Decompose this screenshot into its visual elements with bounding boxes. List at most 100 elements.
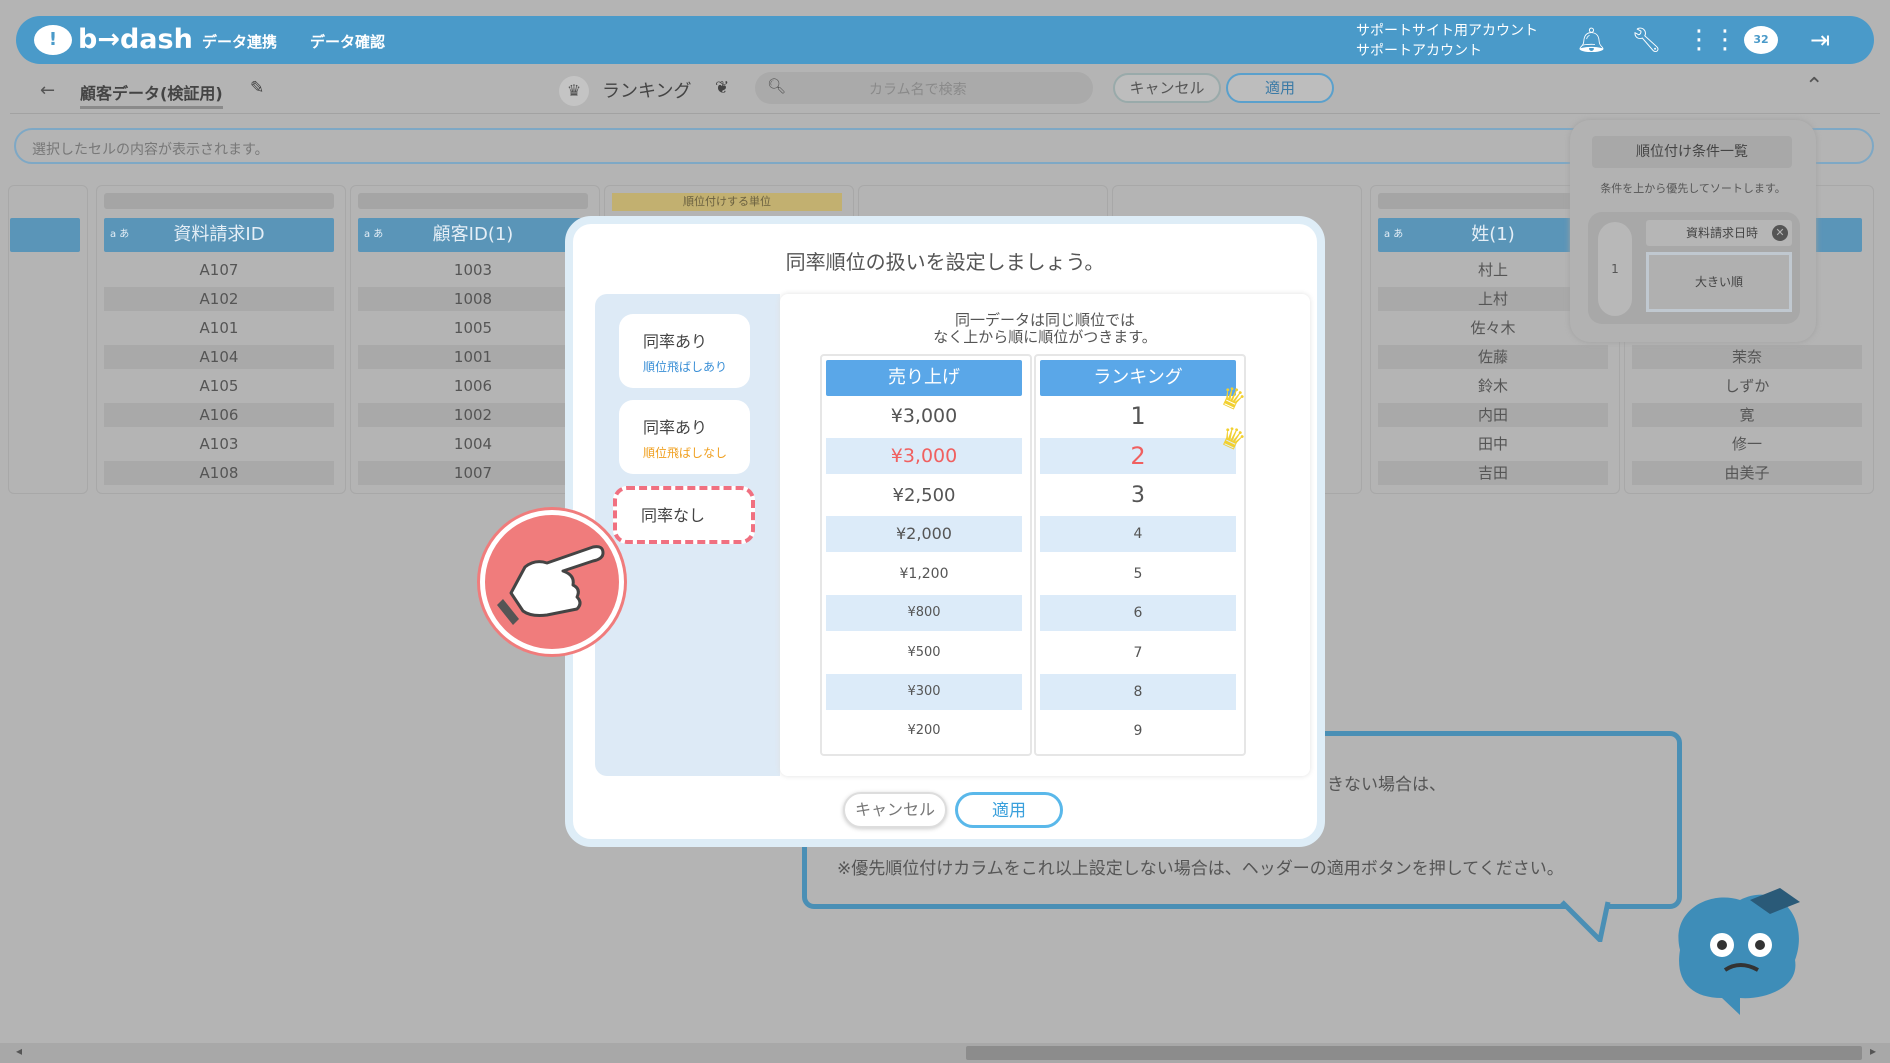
table-cell[interactable]: 修一 <box>1632 432 1862 456</box>
rank-cell: 2 <box>1040 438 1236 474</box>
pencil-icon[interactable]: ✎ <box>250 78 264 98</box>
scroll-right-icon[interactable]: ▸ <box>1870 1044 1876 1058</box>
logout-icon[interactable]: ⇥ <box>1806 26 1834 54</box>
page-title: 顧客データ(検証用) <box>80 80 223 109</box>
bell-icon[interactable]: 🔔︎ <box>1576 26 1606 54</box>
ranking-panel-subtitle: 条件を上から優先してソートします。 <box>1600 182 1786 195</box>
sales-cell: ¥2,500 <box>892 485 956 506</box>
table-cell[interactable]: A101 <box>104 316 334 340</box>
brain-notification-icon[interactable]: 32 <box>1744 26 1778 54</box>
ranking-panel-title: 順位付け条件一覧 <box>1592 136 1792 168</box>
rank-cell: 8 <box>1040 674 1236 710</box>
sales-cell: ¥300 <box>826 674 1022 710</box>
table-cell[interactable]: 吉田 <box>1378 461 1608 485</box>
sales-cell: ¥500 <box>907 645 941 660</box>
column-letter-j[interactable] <box>358 193 588 209</box>
table-cell[interactable]: 1001 <box>358 345 588 369</box>
table-cell[interactable]: A104 <box>104 345 334 369</box>
scroll-left-icon[interactable]: ◂ <box>16 1044 22 1058</box>
table-cell[interactable]: 鈴木 <box>1378 374 1608 398</box>
sales-cell: ¥800 <box>826 595 1022 631</box>
top-header: ! b→dash データ連携 データ確認 サポートサイト用アカウント サポートア… <box>16 16 1874 64</box>
sales-header: 売り上げ <box>826 360 1022 396</box>
scrollbar-thumb[interactable] <box>966 1046 1862 1060</box>
logo-bubble-icon: ! <box>34 24 72 55</box>
option-tie-skip[interactable]: 同率あり 順位飛ばしあり <box>619 314 750 388</box>
rank-cell: 6 <box>1040 595 1236 631</box>
column-search[interactable]: 🔍︎ カラム名で検索 <box>755 72 1093 104</box>
table-cell[interactable]: 由美子 <box>1632 461 1862 485</box>
option-no-tie[interactable]: 同率なし <box>613 486 755 544</box>
modal-apply-button[interactable]: 適用 <box>955 792 1063 828</box>
logo-text: b→dash <box>78 24 193 55</box>
table-cell[interactable]: A108 <box>104 461 334 485</box>
back-arrow-icon[interactable]: ← <box>40 80 55 101</box>
table-cell[interactable]: 1002 <box>358 403 588 427</box>
table-cell[interactable]: しずか <box>1632 374 1862 398</box>
option-description: 同一データは同じ順位では なく上から順に順位がつきます。 <box>933 311 1157 346</box>
beginner-mark-icon[interactable]: ❦ <box>715 78 729 98</box>
wrench-icon[interactable]: 🔧︎ <box>1631 26 1661 54</box>
option-label: 同率あり <box>643 332 708 351</box>
table-cell[interactable]: 寛 <box>1632 403 1862 427</box>
condition-column-chip[interactable]: 資料請求日時 <box>1646 220 1792 246</box>
header-apply-button[interactable]: 適用 <box>1226 73 1334 103</box>
column-letter-i[interactable] <box>104 193 334 209</box>
text-type-icon: a あ <box>110 229 130 240</box>
table-cell[interactable]: 1004 <box>358 432 588 456</box>
column-values-customer-id: 1003 1008 1005 1001 1006 1002 1004 1007 <box>358 258 588 485</box>
ranking-condition-card[interactable]: 1 資料請求日時 ✕ 大きい順 <box>1588 212 1800 324</box>
table-cell[interactable]: 1008 <box>358 287 588 311</box>
table-cell[interactable]: 1007 <box>358 461 588 485</box>
rank-cell: 1 <box>1130 402 1146 430</box>
rank-cell: 4 <box>1040 516 1236 552</box>
condition-order[interactable]: 大きい順 <box>1646 252 1792 312</box>
bubble-tail-icon <box>1560 900 1611 942</box>
tie-rank-modal: 同率順位の扱いを設定しましょう。 同率あり 順位飛ばしあり 同率あり 順位飛ばし… <box>565 216 1325 847</box>
example-sales-column: 売り上げ ¥3,000 ¥3,000 ¥2,500 ¥2,000 ¥1,200 … <box>820 354 1032 756</box>
tie-option-list: 同率あり 順位飛ばしあり 同率あり 順位飛ばしなし 同率なし <box>595 294 780 776</box>
bdash-logo[interactable]: ! b→dash <box>34 24 193 55</box>
table-cell[interactable]: 茉奈 <box>1632 345 1862 369</box>
sales-cell: ¥3,000 <box>826 438 1022 474</box>
sub-toolbar: ← 顧客データ(検証用) ✎ ♛ ランキング ❦ 🔍︎ カラム名で検索 キャンセ… <box>10 70 1880 114</box>
rank-cell: 7 <box>1133 645 1143 661</box>
table-cell[interactable]: 1005 <box>358 316 588 340</box>
column-values-first-name: 茉奈 しずか 寛 修一 由美子 <box>1632 345 1862 485</box>
column-header-customer-id[interactable]: a あ顧客ID(1) <box>358 218 588 252</box>
apps-grid-icon[interactable]: ⋮⋮⋮ <box>1686 26 1764 54</box>
ranking-unit-label: 順位付けする単位 <box>612 193 842 211</box>
tie-example-panel: 同一データは同じ順位では なく上から順に順位がつきます。 売り上げ ¥3,000… <box>780 294 1310 776</box>
text-type-icon: a あ <box>1384 229 1404 240</box>
rank-cell: 9 <box>1133 723 1143 739</box>
table-cell[interactable]: A102 <box>104 287 334 311</box>
modal-cancel-button[interactable]: キャンセル <box>843 792 947 828</box>
header-cancel-button[interactable]: キャンセル <box>1113 73 1221 103</box>
table-cell[interactable]: 内田 <box>1378 403 1608 427</box>
table-cell[interactable]: 佐藤 <box>1378 345 1608 369</box>
sales-cell: ¥3,000 <box>890 405 958 427</box>
option-label: 同率なし <box>641 506 706 525</box>
remove-condition-icon[interactable]: ✕ <box>1772 225 1788 241</box>
nav-data-integration[interactable]: データ連携 <box>202 31 277 52</box>
table-cell[interactable]: 1006 <box>358 374 588 398</box>
sales-cell: ¥200 <box>907 723 941 738</box>
nav-data-check[interactable]: データ確認 <box>310 31 385 52</box>
column-header-request-id[interactable]: a あ資料請求ID <box>104 218 334 252</box>
table-cell[interactable]: A105 <box>104 374 334 398</box>
mode-label: ランキング <box>602 81 692 102</box>
table-cell[interactable]: 1003 <box>358 258 588 282</box>
example-ranking-column: ランキング 1 2 3 4 5 6 7 8 9 <box>1034 354 1246 756</box>
text-type-icon: a あ <box>364 229 384 240</box>
table-cell[interactable]: A106 <box>104 403 334 427</box>
option-tie-no-skip[interactable]: 同率あり 順位飛ばしなし <box>619 400 750 474</box>
search-input[interactable]: カラム名で検索 <box>869 79 967 99</box>
collapse-chevron-icon[interactable]: ⌃ <box>1805 74 1823 99</box>
pointing-hand-icon <box>480 510 624 654</box>
option-sublabel: 順位飛ばしあり <box>643 360 728 374</box>
account-name: サポートアカウント <box>1356 43 1482 59</box>
table-cell[interactable]: A107 <box>104 258 334 282</box>
table-cell[interactable]: A103 <box>104 432 334 456</box>
column-header-partial[interactable] <box>10 218 80 252</box>
table-cell[interactable]: 田中 <box>1378 432 1608 456</box>
